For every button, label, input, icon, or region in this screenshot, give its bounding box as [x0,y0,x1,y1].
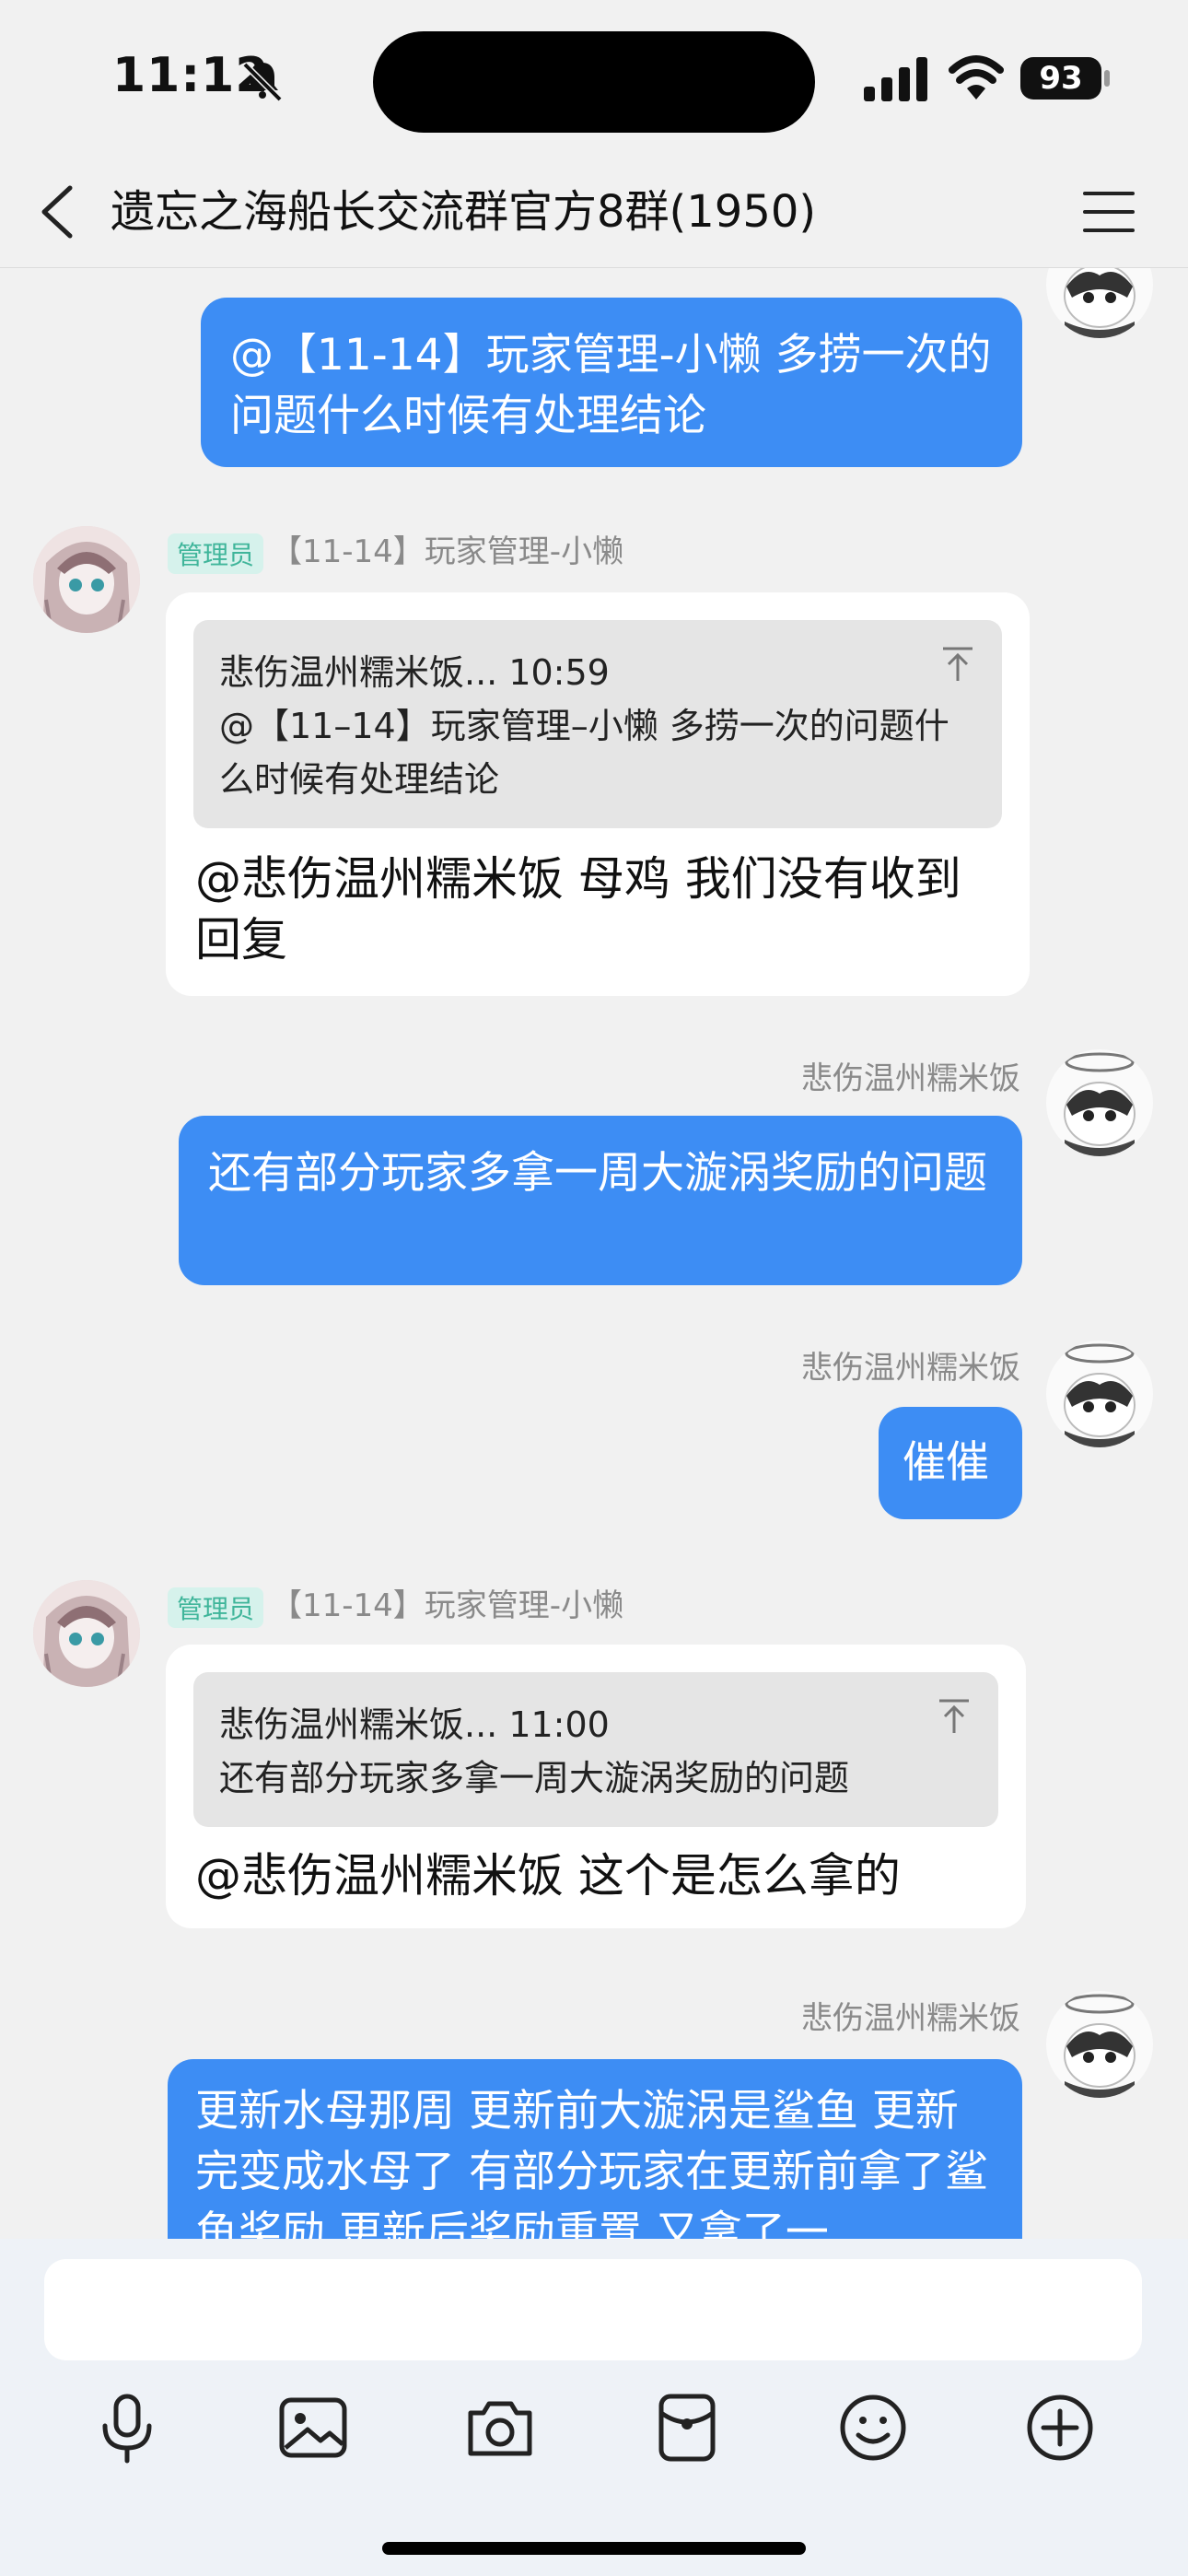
cellular-signal-icon [864,57,927,101]
quoted-message[interactable]: 悲伤温州糯米饭... 10:59 @【11–14】玩家管理–小懒 多捞一次的问题… [193,620,1002,828]
avatar[interactable] [1046,1049,1153,1156]
red-packet-icon[interactable] [650,2391,724,2465]
jump-to-original-icon[interactable] [941,646,974,683]
sender-name: 【11-14】玩家管理-小懒 [271,1587,624,1624]
sender-name: 悲伤温州糯米饭 [801,1060,1020,1097]
home-indicator[interactable] [382,2542,806,2555]
composer-toolbar [0,2391,1188,2483]
status-bar: 11:12 93 [0,0,1188,157]
avatar[interactable] [1046,268,1153,338]
message-text: 催催 [903,1437,989,1488]
quoted-message[interactable]: 悲伤温州糯米饭... 11:00 还有部分玩家多拿一周大漩涡奖励的问题 [193,1672,998,1827]
image-icon[interactable] [276,2391,350,2465]
back-chevron-icon[interactable] [35,182,81,241]
sender-name: 悲伤温州糯米饭 [801,1350,1020,1387]
sender-line: 管理员 【11-14】玩家管理-小懒 [168,526,623,574]
battery-indicator: 93 [1020,57,1112,101]
incoming-message[interactable]: 悲伤温州糯米饭... 11:00 还有部分玩家多拿一周大漩涡奖励的问题 @悲伤温… [166,1645,1026,1928]
incoming-message[interactable]: 悲伤温州糯米饭... 10:59 @【11–14】玩家管理–小懒 多捞一次的问题… [166,592,1030,996]
wifi-icon [949,55,1004,100]
sender-name: 【11-14】玩家管理-小懒 [271,533,624,570]
plus-icon[interactable] [1023,2391,1097,2465]
message-text: 还有部分玩家多拿一周大漩涡奖励的问题 [208,1148,987,1199]
avatar[interactable] [33,1580,140,1687]
microphone-icon[interactable] [90,2391,164,2465]
camera-icon[interactable] [463,2391,537,2465]
dynamic-island [373,31,815,133]
quote-text: @【11–14】玩家管理–小懒 多捞一次的问题什么时候有处理结论 [219,706,949,800]
bell-muted-icon [242,62,283,102]
outgoing-message[interactable]: 催催 [879,1407,1022,1519]
message-list[interactable]: @【11-14】玩家管理-小懒 多捞一次的问题什么时候有处理结论 管理员 【11-… [0,268,1188,2240]
message-text: 更新水母那周 更新前大漩涡是鲨鱼 更新完变成水母了 有部分玩家在更新前拿了鲨鱼奖… [195,2086,988,2240]
quote-header: 悲伤温州糯米饭... 11:00 [219,1704,610,1745]
emoji-icon[interactable] [836,2391,910,2465]
avatar[interactable] [1046,1341,1153,1447]
outgoing-message[interactable]: 还有部分玩家多拿一周大漩涡奖励的问题 [179,1116,1022,1285]
outgoing-message[interactable]: 更新水母那周 更新前大漩涡是鲨鱼 更新完变成水母了 有部分玩家在更新前拿了鲨鱼奖… [168,2059,1022,2240]
admin-badge: 管理员 [168,533,264,574]
message-text: @【11-14】玩家管理-小懒 多捞一次的问题什么时候有处理结论 [230,330,992,441]
quote-header: 悲伤温州糯米饭... 10:59 [219,652,610,693]
battery-level: 93 [1039,60,1083,97]
reply-text: @悲伤温州糯米饭 母鸡 我们没有收到回复 [195,852,961,966]
avatar[interactable] [33,526,140,633]
outgoing-message[interactable]: @【11-14】玩家管理-小懒 多捞一次的问题什么时候有处理结论 [201,298,1022,467]
avatar[interactable] [1046,1991,1153,2098]
sender-line: 管理员 【11-14】玩家管理-小懒 [168,1580,623,1628]
quote-text: 还有部分玩家多拿一周大漩涡奖励的问题 [219,1758,850,1798]
composer [0,2239,1188,2576]
jump-to-original-icon[interactable] [938,1698,971,1735]
chat-title: 遗忘之海船长交流群官方8群(1950) [111,186,817,238]
menu-icon[interactable] [1083,190,1135,234]
message-input[interactable] [44,2259,1142,2360]
admin-badge: 管理员 [168,1587,264,1628]
chat-header: 遗忘之海船长交流群官方8群(1950) [0,157,1188,268]
sender-name: 悲伤温州糯米饭 [801,2000,1020,2037]
reply-text: @悲伤温州糯米饭 这个是怎么拿的 [195,1849,901,1903]
